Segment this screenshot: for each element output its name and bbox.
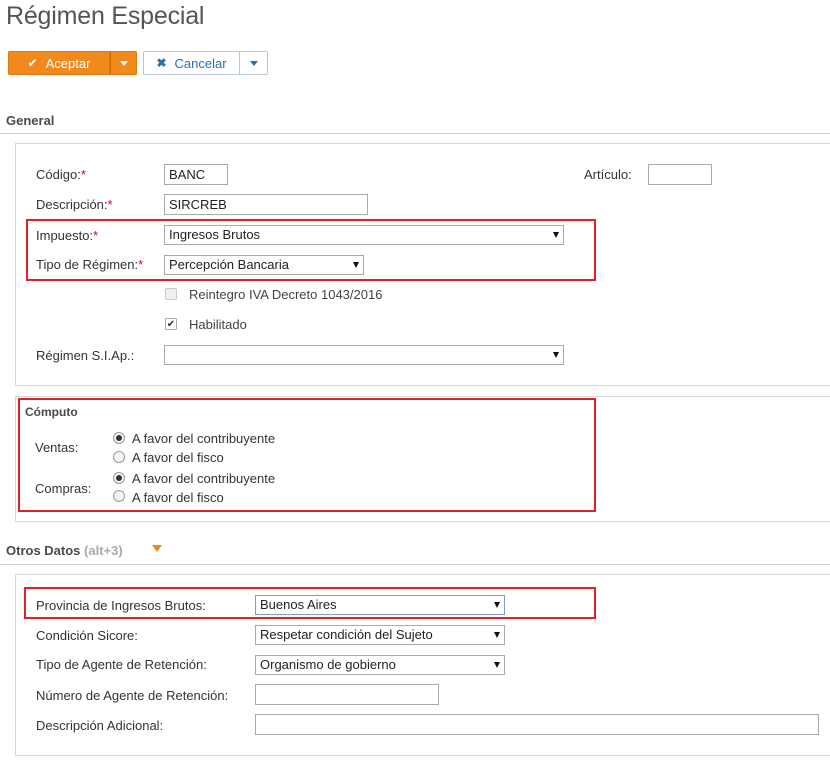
reintegro-checkbox[interactable] bbox=[165, 288, 177, 300]
ventas-option-fisco: A favor del fisco bbox=[132, 450, 224, 465]
descripcion-adicional-input[interactable] bbox=[255, 714, 819, 735]
provincia-label: Provincia de Ingresos Brutos: bbox=[36, 598, 206, 613]
condicion-value: Respetar condición del Sujeto bbox=[260, 627, 433, 642]
provincia-value: Buenos Aires bbox=[260, 597, 337, 612]
condicion-select[interactable]: Respetar condición del Sujeto bbox=[255, 625, 505, 645]
accept-label: Aceptar bbox=[45, 55, 91, 71]
divider bbox=[0, 133, 830, 134]
descripcion-input[interactable]: SIRCREB bbox=[164, 194, 368, 215]
divider bbox=[0, 564, 830, 565]
ventas-radio-fisco[interactable] bbox=[113, 451, 125, 463]
descripcion-label: Descripción:* bbox=[36, 197, 113, 212]
habilitado-checkbox[interactable]: ✔ bbox=[165, 318, 177, 330]
numero-agente-input[interactable] bbox=[255, 684, 439, 705]
check-icon: ✔ bbox=[166, 318, 176, 330]
section-title-otros-datos[interactable]: Otros Datos (alt+3) bbox=[6, 543, 123, 558]
chevron-down-icon bbox=[494, 602, 500, 608]
chevron-down-icon bbox=[119, 60, 128, 66]
accept-button-group: ✔ Aceptar bbox=[8, 51, 137, 75]
impuesto-value: Ingresos Brutos bbox=[169, 227, 261, 242]
tipo-regimen-label: Tipo de Régimen:* bbox=[36, 257, 144, 272]
tipo-regimen-value: Percepción Bancaria bbox=[169, 257, 289, 272]
ventas-label: Ventas: bbox=[35, 440, 79, 455]
codigo-label: Código:* bbox=[36, 167, 86, 182]
descripcion-adicional-label: Descripción Adicional: bbox=[36, 718, 164, 733]
check-icon: ✔ bbox=[27, 56, 38, 70]
accept-button[interactable]: ✔ Aceptar bbox=[8, 51, 110, 75]
highlight-box bbox=[18, 398, 596, 512]
ventas-option-contribuyente: A favor del contribuyente bbox=[132, 431, 276, 446]
tipo-agente-select[interactable]: Organismo de gobierno bbox=[255, 655, 505, 675]
numero-agente-label: Número de Agente de Retención: bbox=[36, 688, 229, 703]
ventas-radio-contribuyente[interactable] bbox=[113, 432, 125, 444]
compras-option-fisco: A favor del fisco bbox=[132, 490, 224, 505]
articulo-label: Artículo: bbox=[584, 167, 632, 182]
chevron-down-icon bbox=[553, 232, 559, 238]
cancel-button[interactable]: ✖ Cancelar bbox=[143, 51, 240, 75]
chevron-down-icon bbox=[494, 632, 500, 638]
accept-dropdown-button[interactable] bbox=[110, 51, 137, 75]
compras-option-contribuyente: A favor del contribuyente bbox=[132, 471, 276, 486]
compras-label: Compras: bbox=[35, 481, 92, 496]
computo-title: Cómputo bbox=[25, 405, 78, 419]
provincia-select[interactable]: Buenos Aires bbox=[255, 595, 505, 615]
close-icon: ✖ bbox=[156, 56, 167, 70]
cancel-button-group: ✖ Cancelar bbox=[143, 51, 268, 75]
tipo-regimen-select[interactable]: Percepción Bancaria bbox=[164, 255, 364, 275]
tipo-agente-label: Tipo de Agente de Retención: bbox=[36, 657, 207, 672]
cancel-label: Cancelar bbox=[174, 55, 227, 71]
cancel-dropdown-button[interactable] bbox=[240, 51, 268, 75]
codigo-input[interactable]: BANC bbox=[164, 164, 228, 185]
regimen-siap-select[interactable] bbox=[164, 345, 564, 365]
reintegro-label: Reintegro IVA Decreto 1043/2016 bbox=[189, 287, 383, 302]
otros-datos-shortcut: (alt+3) bbox=[84, 543, 123, 558]
compras-radio-fisco[interactable] bbox=[113, 490, 125, 502]
regimen-siap-label: Régimen S.I.Ap.: bbox=[36, 348, 135, 363]
chevron-down-icon bbox=[249, 60, 258, 66]
collapse-toggle-icon[interactable] bbox=[152, 545, 162, 552]
tipo-agente-value: Organismo de gobierno bbox=[260, 657, 396, 672]
articulo-input[interactable] bbox=[648, 164, 712, 185]
chevron-down-icon bbox=[553, 352, 559, 358]
page-title: Régimen Especial bbox=[6, 2, 205, 30]
compras-radio-contribuyente[interactable] bbox=[113, 472, 125, 484]
chevron-down-icon bbox=[494, 662, 500, 668]
chevron-down-icon bbox=[353, 262, 359, 268]
section-title-general: General bbox=[6, 113, 55, 128]
impuesto-select[interactable]: Ingresos Brutos bbox=[164, 225, 564, 245]
otros-datos-label: Otros Datos bbox=[6, 543, 81, 558]
impuesto-label: Impuesto:* bbox=[36, 228, 99, 243]
condicion-label: Condición Sicore: bbox=[36, 628, 138, 643]
habilitado-label: Habilitado bbox=[189, 317, 247, 332]
